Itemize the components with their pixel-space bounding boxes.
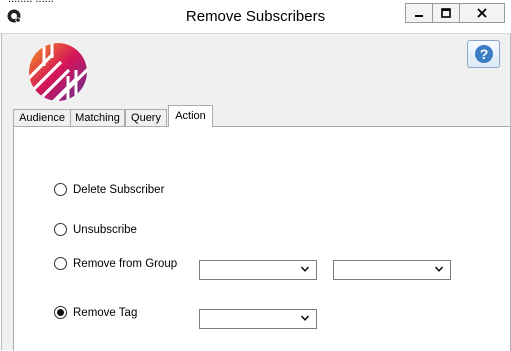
radio-remove-from-group[interactable]: Remove from Group xyxy=(54,257,177,270)
maximize-button[interactable] xyxy=(432,3,460,23)
chevron-down-icon xyxy=(300,266,310,272)
radio-label: Remove Tag xyxy=(73,306,138,319)
radio-button[interactable] xyxy=(54,223,67,236)
tab-label: Matching xyxy=(75,112,120,124)
app-icon xyxy=(7,9,21,23)
radio-label: Unsubscribe xyxy=(73,223,137,236)
title-bar[interactable]: ........ ...... Remove Subscribers xyxy=(0,0,511,34)
chevron-down-icon xyxy=(434,266,444,272)
radio-button[interactable] xyxy=(54,257,67,270)
tab-query[interactable]: Query xyxy=(125,109,167,127)
tab-label: Audience xyxy=(19,112,65,124)
tag-select[interactable] xyxy=(199,309,317,329)
radio-button-selected[interactable] xyxy=(54,306,67,319)
tab-label: Query xyxy=(131,112,161,124)
action-panel: Delete Subscriber Unsubscribe Remove fro… xyxy=(13,126,511,351)
clipped-text: ........ ...... xyxy=(8,0,54,5)
tab-action[interactable]: Action xyxy=(168,105,213,127)
radio-delete-subscriber[interactable]: Delete Subscriber xyxy=(54,183,164,196)
radio-button[interactable] xyxy=(54,183,67,196)
close-button[interactable] xyxy=(459,3,505,23)
chevron-down-icon xyxy=(300,315,310,321)
tab-audience[interactable]: Audience xyxy=(13,109,71,127)
dialog-client-area: ? Audience Matching Query Action Delete … xyxy=(1,34,511,351)
window-controls xyxy=(405,3,505,23)
radio-label: Remove from Group xyxy=(73,257,178,270)
group-select-1[interactable] xyxy=(199,260,317,280)
maximize-icon xyxy=(441,8,451,18)
brand-logo-icon xyxy=(29,43,87,101)
help-icon: ? xyxy=(474,45,493,63)
svg-text:?: ? xyxy=(479,46,488,62)
radio-remove-tag[interactable]: Remove Tag xyxy=(54,306,137,319)
tab-matching[interactable]: Matching xyxy=(70,109,125,127)
tab-label: Action xyxy=(175,110,206,122)
radio-label: Delete Subscriber xyxy=(73,183,165,196)
group-select-2[interactable] xyxy=(333,260,451,280)
minimize-icon xyxy=(415,15,423,17)
radio-unsubscribe[interactable]: Unsubscribe xyxy=(54,223,137,236)
minimize-button[interactable] xyxy=(405,3,433,23)
help-button[interactable]: ? xyxy=(467,40,500,68)
close-icon xyxy=(477,8,487,18)
